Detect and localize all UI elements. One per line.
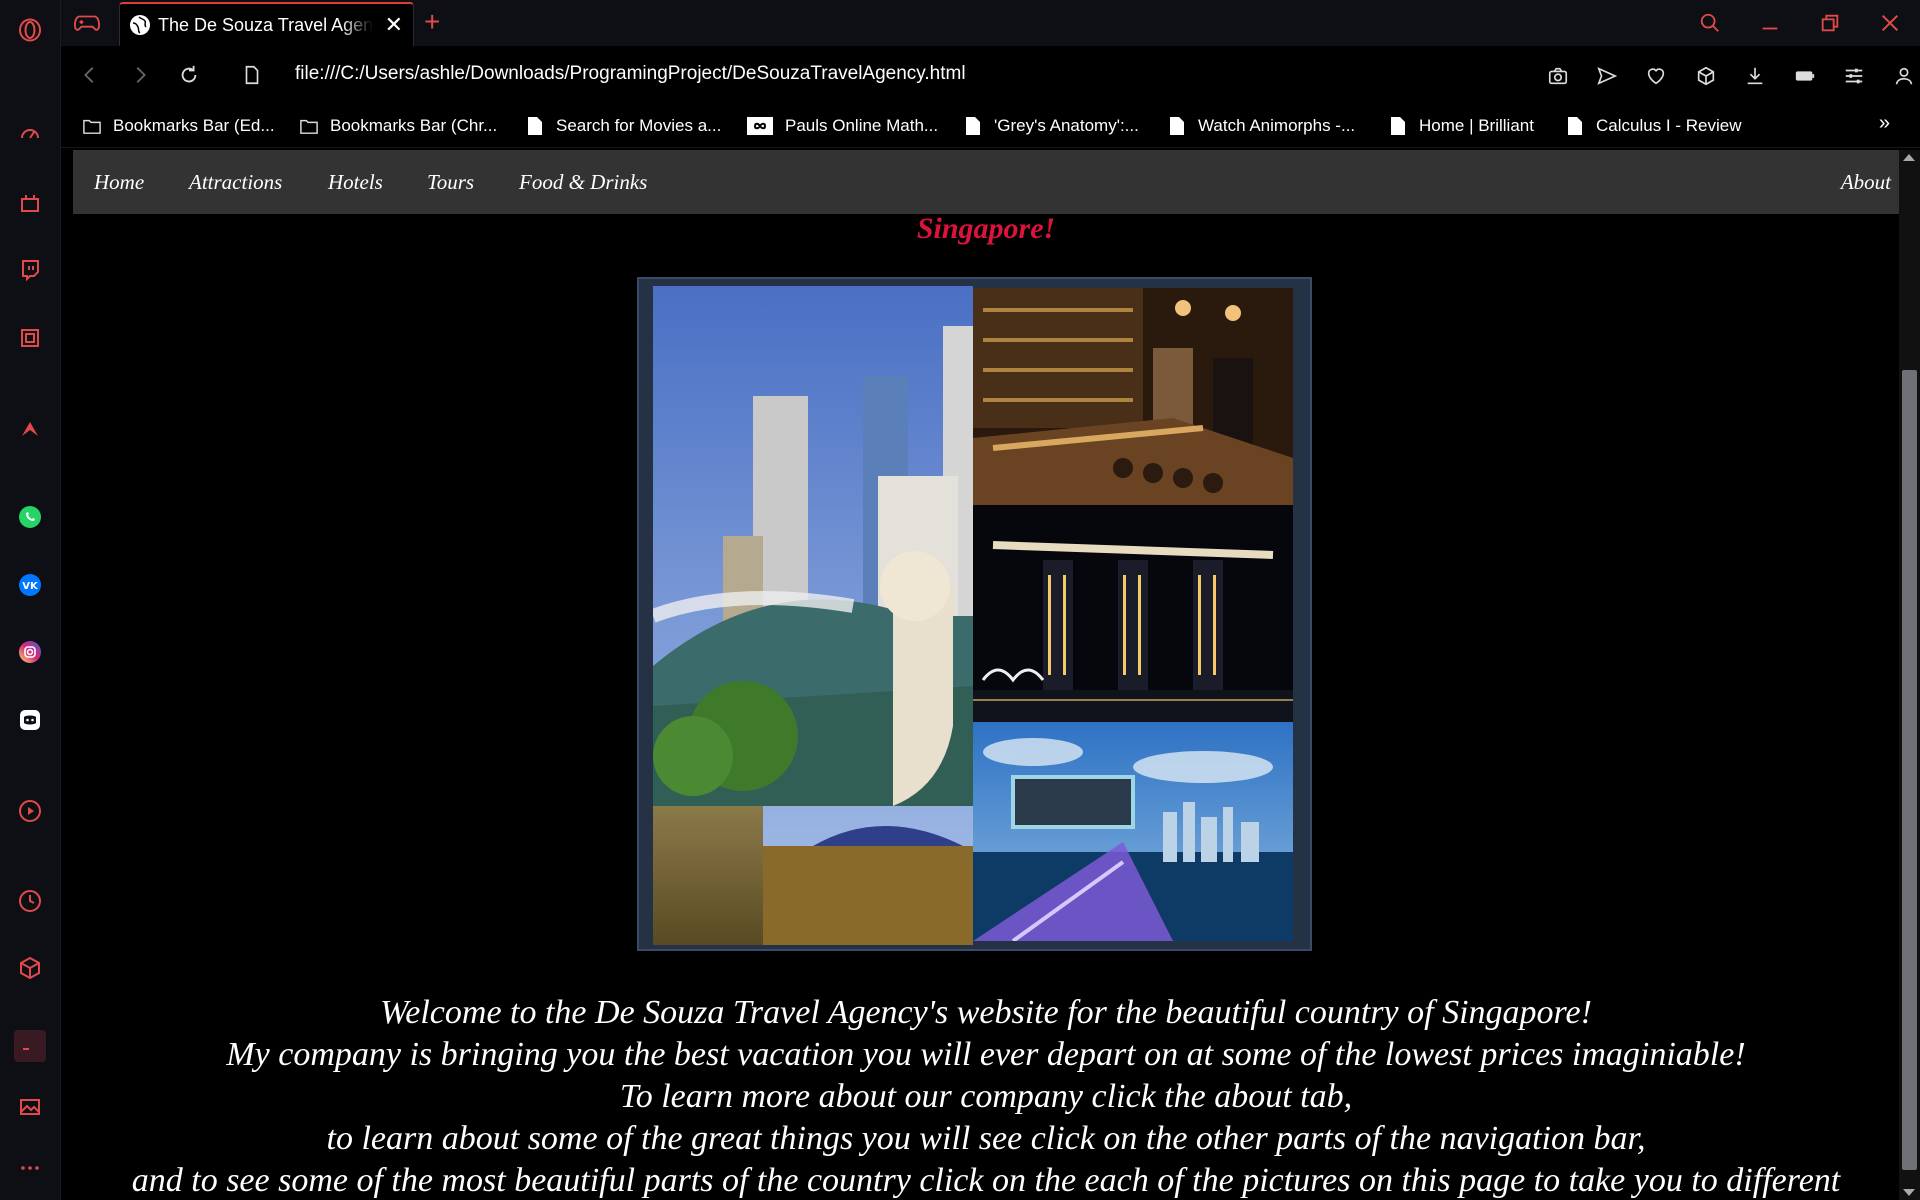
singapore-flyer-photo[interactable]	[973, 722, 1293, 941]
globe-icon	[130, 15, 150, 35]
scroll-thumb[interactable]	[1902, 370, 1917, 1170]
reload-icon[interactable]	[176, 62, 202, 88]
bookmark-item[interactable]: Bookmarks Bar (Ed...	[83, 112, 275, 140]
tab-strip: The De Souza Travel Agency ✕ +	[61, 0, 1920, 46]
welcome-line: Welcome to the De Souza Travel Agency's …	[380, 994, 1592, 1031]
instagram-icon[interactable]	[14, 636, 46, 668]
page-viewport: Home Attractions Hotels Tours Food & Dri…	[73, 150, 1899, 1200]
svg-text:VK: VK	[22, 581, 39, 592]
active-tab[interactable]: The De Souza Travel Agency ✕	[119, 2, 414, 46]
opera-logo-icon[interactable]	[14, 14, 46, 46]
site-navigation-bar: Home Attractions Hotels Tours Food & Dri…	[73, 150, 1899, 214]
new-tab-button[interactable]: +	[424, 8, 440, 36]
bookmark-item[interactable]: Calculus I - Review	[1566, 112, 1742, 140]
history-icon[interactable]	[14, 885, 46, 917]
bookmark-item[interactable]: Pauls Online Math...	[747, 112, 938, 140]
page-icon	[1389, 116, 1407, 136]
singapore-photo-collage	[637, 277, 1312, 951]
camera-icon[interactable]	[1545, 63, 1571, 89]
welcome-text: Welcome to the De Souza Travel Agency's …	[73, 992, 1899, 1200]
bookmark-label: Search for Movies a...	[556, 116, 722, 135]
address-bar: file:///C:/Users/ashle/Downloads/Program…	[61, 46, 1920, 104]
bookmarks-bar: Bookmarks Bar (Ed... Bookmarks Bar (Chr.…	[61, 104, 1920, 148]
nav-link-about[interactable]: About	[1841, 170, 1891, 195]
gamepad-icon[interactable]	[73, 10, 101, 36]
page-icon	[964, 116, 982, 136]
page-info-icon[interactable]	[239, 62, 265, 88]
back-icon[interactable]	[77, 62, 103, 88]
bookmark-label: Calculus I - Review	[1596, 116, 1742, 135]
speed-dial-icon[interactable]	[14, 118, 46, 150]
folder-icon	[300, 116, 318, 136]
cube-icon[interactable]	[1693, 63, 1719, 89]
welcome-line: to learn about some of the great things …	[326, 1120, 1646, 1157]
gx-control-icon[interactable]	[14, 187, 46, 219]
extensions-icon[interactable]	[14, 952, 46, 984]
bookmark-item[interactable]: Home | Brilliant	[1389, 112, 1534, 140]
close-window-icon[interactable]	[1875, 8, 1905, 38]
vk-icon[interactable]: VK	[14, 569, 46, 601]
url-field[interactable]: file:///C:/Users/ashle/Downloads/Program…	[295, 63, 966, 85]
bookmark-label: Pauls Online Math...	[785, 116, 939, 135]
bookmark-label: Watch Animorphs -...	[1198, 116, 1356, 135]
page-icon	[1566, 116, 1584, 136]
welcome-line: and to see some of the most beautiful pa…	[131, 1162, 1841, 1199]
merlion-photo[interactable]	[653, 286, 973, 945]
tab-title: The De Souza Travel Agency	[158, 14, 373, 35]
marina-bay-sands-photo[interactable]	[973, 505, 1293, 722]
browser-sidebar: VK	[0, 0, 61, 1200]
nav-link-hotels[interactable]: Hotels	[328, 170, 383, 195]
bookmark-label: Bookmarks Bar (Chr...	[330, 116, 498, 135]
profile-icon[interactable]	[1891, 63, 1917, 89]
gallery-icon[interactable]	[14, 1091, 46, 1123]
search-icon[interactable]	[1695, 8, 1725, 38]
vertical-scrollbar[interactable]	[1899, 150, 1920, 1200]
page-icon	[1168, 116, 1186, 136]
bookmark-item[interactable]: Bookmarks Bar (Chr...	[300, 112, 497, 140]
bookmark-label: Home | Brilliant	[1419, 116, 1534, 135]
discord-icon[interactable]	[14, 704, 46, 736]
download-icon[interactable]	[1742, 63, 1768, 89]
whatsapp-icon[interactable]	[14, 501, 46, 533]
nav-link-attractions[interactable]: Attractions	[189, 170, 282, 195]
gx-cleaner-icon[interactable]	[14, 322, 46, 354]
send-icon[interactable]	[1594, 63, 1620, 89]
player-icon[interactable]	[14, 795, 46, 827]
nav-link-tours[interactable]: Tours	[427, 170, 474, 195]
scroll-down-icon[interactable]	[1903, 1189, 1915, 1196]
bookmark-label: 'Grey's Anatomy':...	[994, 116, 1139, 135]
nav-link-food-drinks[interactable]: Food & Drinks	[519, 170, 647, 195]
folder-icon	[83, 116, 101, 136]
bookmark-item[interactable]: Search for Movies a...	[526, 112, 721, 140]
bookmark-item[interactable]: 'Grey's Anatomy':...	[964, 112, 1139, 140]
forward-icon[interactable]	[127, 62, 153, 88]
bookmarks-overflow-button[interactable]: »	[1879, 112, 1890, 135]
settings-sliders-icon[interactable]	[1841, 63, 1867, 89]
heart-icon[interactable]	[1643, 63, 1669, 89]
minimized-app-icon[interactable]	[14, 1030, 46, 1062]
bookmark-label: Bookmarks Bar (Ed...	[113, 116, 275, 135]
bookmark-item[interactable]: Watch Animorphs -...	[1168, 112, 1355, 140]
page-icon	[526, 116, 544, 136]
restore-icon[interactable]	[1815, 8, 1845, 38]
scroll-up-icon[interactable]	[1903, 154, 1915, 161]
bar-photo[interactable]	[973, 288, 1293, 505]
twitch-icon[interactable]	[14, 254, 46, 286]
welcome-line: My company is bringing you the best vaca…	[226, 1036, 1746, 1073]
close-tab-icon[interactable]: ✕	[385, 14, 403, 36]
page-heading: Singapore!	[916, 212, 1056, 245]
minimize-icon[interactable]	[1755, 8, 1785, 38]
nav-link-home[interactable]: Home	[94, 170, 144, 195]
more-menu-icon[interactable]	[14, 1152, 46, 1184]
welcome-line: To learn more about our company click th…	[619, 1078, 1353, 1115]
aria-icon[interactable]	[14, 413, 46, 445]
battery-icon[interactable]	[1792, 63, 1818, 89]
infinity-icon	[747, 116, 773, 136]
